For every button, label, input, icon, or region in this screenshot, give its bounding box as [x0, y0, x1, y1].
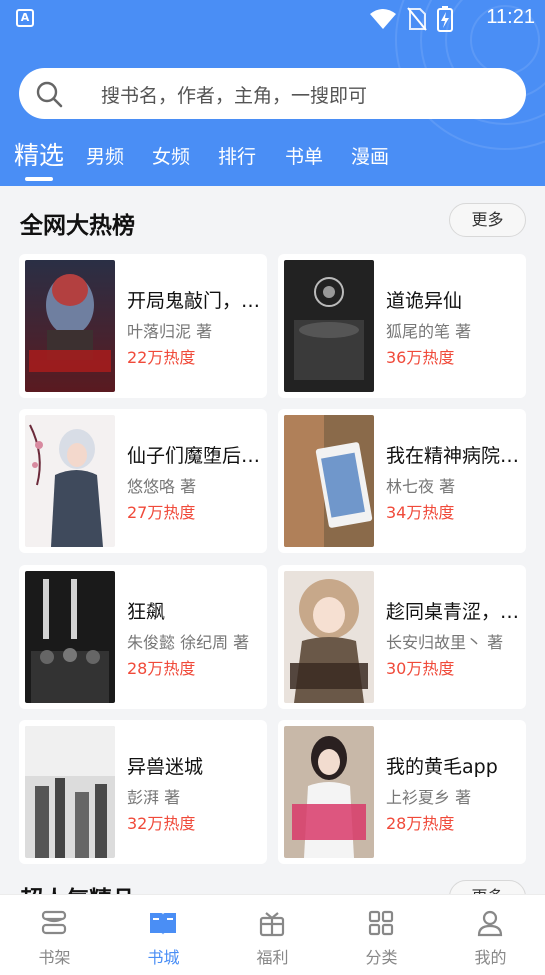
nav-label: 福利 [256, 948, 289, 967]
status-bar: A 11:21 [0, 0, 545, 40]
nav-bookshelf[interactable]: 书架 [0, 895, 109, 975]
book-cover [284, 415, 374, 547]
book-author: 朱俊懿 徐纪周 著 [127, 633, 250, 652]
tab-female[interactable]: 女频 [152, 142, 190, 169]
tab-featured[interactable]: 精选 [14, 136, 64, 172]
book-title: 异兽迷城 [127, 756, 204, 778]
book-heat: 22万热度 [127, 348, 196, 367]
search-placeholder: 搜书名，作者，主角，一搜即可 [101, 85, 368, 107]
no-sim-icon [407, 7, 427, 31]
book-author: 彭湃 著 [127, 788, 181, 807]
section-title-popular: 超人气精品 [20, 880, 135, 894]
bottom-nav: 书架 书城 福利 分类 我的 [0, 894, 545, 975]
book-heat: 27万热度 [127, 503, 196, 522]
book-author: 林七夜 著 [386, 477, 456, 496]
tab-booklist[interactable]: 书单 [285, 142, 323, 169]
book-heat: 30万热度 [386, 659, 455, 678]
more-button[interactable]: 更多 [449, 203, 526, 237]
book-author: 长安归故里丶 著 [386, 633, 504, 652]
book-author: 悠悠咯 著 [127, 477, 197, 496]
more-button-popular[interactable]: 更多 [449, 880, 526, 894]
book-card[interactable]: 仙子们魔堕后悔了 悠悠咯 著 27万热度 [19, 409, 267, 553]
book-open-icon [150, 913, 176, 935]
tab-comics[interactable]: 漫画 [351, 142, 389, 169]
book-heat: 28万热度 [127, 659, 196, 678]
book-title: 开局鬼敲门，整栋楼都是鬼 [127, 290, 263, 312]
book-card[interactable]: 开局鬼敲门，整栋楼都是鬼 叶落归泥 著 22万热度 [19, 254, 267, 398]
battery-charging-icon [437, 6, 453, 32]
book-heat: 36万热度 [386, 348, 455, 367]
status-time: 11:21 [486, 6, 535, 28]
nav-label: 分类 [365, 948, 398, 967]
header: A 11:21 搜书名，作者，主角，一搜即可 精选 男频 女频 排行 书单 漫画 [0, 0, 545, 186]
status-icons [369, 6, 453, 32]
book-title: 趁同桌青涩，忽悠她做老婆 [386, 601, 522, 623]
book-card[interactable]: 趁同桌青涩，忽悠她做老婆 长安归故里丶 著 30万热度 [278, 565, 526, 709]
book-author: 上衫夏乡 著 [386, 788, 472, 807]
book-card[interactable]: 狂飙 朱俊懿 徐纪周 著 28万热度 [19, 565, 267, 709]
book-cover [25, 260, 115, 392]
nav-bookstore[interactable]: 书城 [109, 895, 218, 975]
book-title: 我在精神病院学斩神 [386, 445, 522, 467]
book-cover [25, 415, 115, 547]
main-content[interactable]: 全网大热榜 更多 开局鬼敲门，整栋楼都是鬼 叶落归泥 著 22万热度 [0, 186, 545, 894]
book-card[interactable]: 异兽迷城 彭湃 著 32万热度 [19, 720, 267, 864]
book-title: 狂飙 [127, 601, 166, 623]
tab-ranking[interactable]: 排行 [218, 142, 256, 169]
app-notification-icon: A [16, 9, 34, 27]
book-cover [25, 726, 115, 858]
search-icon [36, 81, 63, 108]
book-heat: 34万热度 [386, 503, 455, 522]
gift-icon [259, 912, 285, 937]
book-cover [284, 726, 374, 858]
book-heat: 28万热度 [386, 814, 455, 833]
nav-label: 我的 [474, 948, 507, 967]
tab-male[interactable]: 男频 [86, 142, 124, 169]
user-icon [477, 910, 503, 937]
search-input[interactable]: 搜书名，作者，主角，一搜即可 [19, 68, 526, 119]
nav-welfare[interactable]: 福利 [218, 895, 327, 975]
tab-indicator [25, 177, 53, 181]
book-cover [284, 571, 374, 703]
nav-label: 书架 [38, 948, 71, 967]
book-cover [25, 571, 115, 703]
nav-profile[interactable]: 我的 [436, 895, 545, 975]
book-card[interactable]: 道诡异仙 狐尾的笔 著 36万热度 [278, 254, 526, 398]
book-card[interactable]: 我在精神病院学斩神 林七夜 著 34万热度 [278, 409, 526, 553]
wifi-icon [370, 9, 396, 29]
book-author: 狐尾的笔 著 [386, 322, 472, 341]
grid-icon [368, 910, 394, 936]
book-heat: 32万热度 [127, 814, 196, 833]
nav-category[interactable]: 分类 [327, 895, 436, 975]
nav-label: 书城 [147, 948, 180, 967]
book-title: 道诡异仙 [386, 290, 463, 312]
book-title: 我的黄毛app [386, 756, 498, 778]
category-tabs: 精选 男频 女频 排行 书单 漫画 [0, 136, 545, 186]
book-card[interactable]: 我的黄毛app 上衫夏乡 著 28万热度 [278, 720, 526, 864]
section-title: 全网大热榜 [20, 213, 135, 239]
bookshelf-icon [41, 910, 67, 935]
book-title: 仙子们魔堕后悔了 [127, 445, 263, 467]
book-author: 叶落归泥 著 [127, 322, 213, 341]
book-cover [284, 260, 374, 392]
